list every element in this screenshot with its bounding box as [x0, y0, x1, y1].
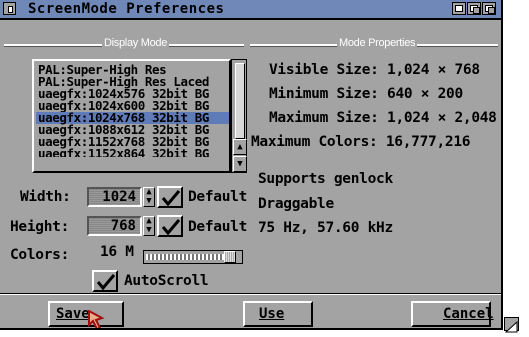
- width-field[interactable]: 1024: [87, 187, 142, 207]
- save-button[interactable]: Save: [48, 301, 124, 327]
- close-icon[interactable]: [3, 2, 16, 15]
- colors-value: 16 M: [100, 244, 134, 260]
- resize-icon[interactable]: [504, 317, 519, 333]
- autoscroll-checkbox[interactable]: [92, 270, 118, 292]
- title-bar[interactable]: ScreenMode Preferences: [0, 0, 501, 20]
- display-mode-list[interactable]: PAL:Super-High Res PAL:Super-High Res La…: [32, 59, 231, 173]
- autoscroll-label: AutoScroll: [124, 273, 209, 289]
- use-button[interactable]: Use: [243, 301, 313, 327]
- window-title: ScreenMode Preferences: [28, 1, 225, 17]
- height-default-checkbox[interactable]: [157, 215, 183, 237]
- height-cycle-icon[interactable]: ▲ ▼: [143, 216, 155, 236]
- colors-slider-knob[interactable]: [224, 251, 236, 263]
- width-cycle-icon[interactable]: ▲ ▼: [143, 187, 155, 207]
- height-default-label: Default: [188, 219, 248, 235]
- depth-icon[interactable]: [482, 2, 496, 15]
- maximum-colors: Maximum Colors: 16,777,216: [251, 134, 471, 150]
- scrollbar-knob[interactable]: [235, 63, 245, 139]
- visible-size: Visible Size: 1,024 × 768: [269, 62, 480, 78]
- mouse-pointer-icon: [88, 310, 105, 328]
- checkmark-icon: [161, 219, 181, 236]
- colors-label: Colors:: [10, 247, 70, 263]
- list-item[interactable]: uaegfx:1152x768 32bit BG: [38, 135, 229, 148]
- resize-triangle-icon: [504, 320, 518, 333]
- colors-slider-fill: [146, 254, 224, 260]
- scan-frequency: 75 Hz, 57.60 kHz: [258, 220, 393, 236]
- height-field[interactable]: 768: [87, 216, 142, 236]
- cancel-button[interactable]: Cancel: [411, 301, 494, 327]
- cancel-button-label: Cancel: [443, 306, 494, 322]
- checkmark-icon: [161, 190, 181, 207]
- mode-properties-header: Mode Properties: [337, 37, 418, 49]
- scroll-up-icon[interactable]: ▲: [233, 139, 247, 155]
- width-default-label: Default: [188, 189, 248, 205]
- genlock-support: Supports genlock: [258, 171, 393, 187]
- bottom-divider-highlight: [0, 294, 501, 295]
- width-label: Width:: [20, 189, 71, 205]
- height-label: Height:: [10, 219, 70, 235]
- minimum-size: Minimum Size: 640 × 200: [269, 86, 463, 102]
- display-mode-header: Display Mode: [102, 37, 170, 49]
- iconify-icon[interactable]: [452, 2, 466, 15]
- scroll-down-icon[interactable]: ▼: [233, 156, 247, 172]
- list-item[interactable]: uaegfx:1152x864 32bit BG: [38, 148, 229, 157]
- width-default-checkbox[interactable]: [157, 186, 183, 208]
- list-scrollbar[interactable]: ▲ ▼: [231, 59, 247, 173]
- colors-slider[interactable]: [143, 250, 243, 264]
- desktop-background: [503, 0, 521, 330]
- draggable-status: Draggable: [258, 196, 334, 212]
- use-button-label: Use: [259, 306, 285, 322]
- checkmark-icon: [96, 274, 116, 291]
- save-button-label: Save: [56, 306, 90, 322]
- zoom-icon[interactable]: [467, 2, 481, 15]
- maximum-size: Maximum Size: 1,024 × 2,048: [269, 110, 497, 126]
- screenmode-window: ScreenMode Preferences Display Mode Mode…: [0, 0, 503, 330]
